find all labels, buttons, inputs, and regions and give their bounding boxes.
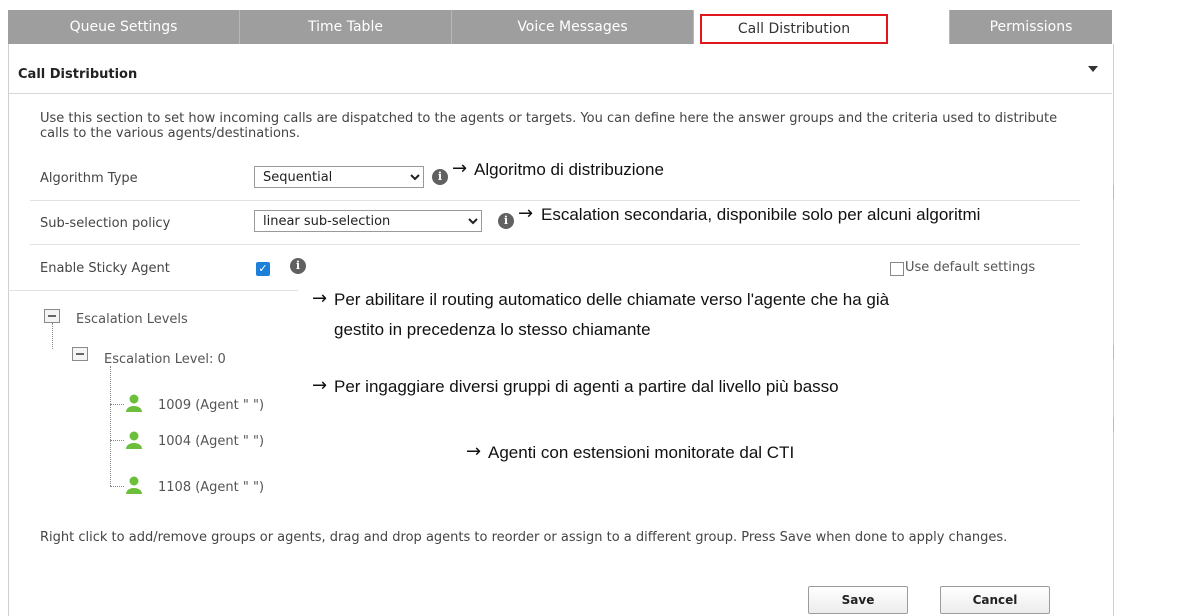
annotation-agents: Agenti con estensioni monitorate dal CTI [488, 443, 795, 462]
tree-connector [110, 486, 124, 487]
divider [1113, 345, 1114, 359]
collapse-tree-icon[interactable] [44, 309, 60, 323]
arrow-icon: → [452, 158, 468, 179]
tab-queue-settings[interactable]: Queue Settings [8, 10, 240, 44]
tab-voice-messages[interactable]: Voice Messages [452, 10, 694, 44]
tree-connector [52, 323, 53, 349]
agent-node[interactable]: 1108 (Agent " ") [158, 480, 264, 495]
subselection-policy-label: Sub-selection policy [40, 216, 171, 231]
agent-node[interactable]: 1004 (Agent " ") [158, 434, 264, 449]
arrow-icon: → [466, 441, 482, 462]
annotation-sticky-line1: Per abilitare il routing automatico dell… [334, 290, 890, 309]
use-default-label: Use default settings [905, 260, 1036, 275]
escalation-level-node[interactable]: Escalation Level: 0 [104, 352, 226, 367]
divider [1113, 185, 1114, 199]
arrow-icon: → [312, 375, 328, 396]
tree-connector [110, 404, 124, 405]
agent-icon [126, 476, 142, 494]
tree-connector [110, 440, 124, 441]
escalation-levels-node[interactable]: Escalation Levels [76, 312, 188, 327]
annotation-algorithm: Algoritmo di distribuzione [474, 160, 664, 179]
info-icon[interactable]: i [432, 169, 448, 185]
algorithm-type-label: Algorithm Type [40, 171, 138, 186]
row-divider [8, 290, 298, 291]
algorithm-type-select[interactable]: Sequential [254, 166, 424, 188]
row-divider [30, 200, 1080, 201]
section-description: Use this section to set how incoming cal… [40, 111, 1058, 141]
agent-icon [126, 431, 142, 449]
tree-connector [110, 366, 111, 486]
agent-icon [126, 394, 142, 412]
tab-permissions[interactable]: Permissions [950, 10, 1112, 44]
help-text: Right click to add/remove groups or agen… [40, 530, 1008, 545]
annotation-subselection: Escalation secondaria, disponibile solo … [541, 205, 981, 224]
save-button[interactable]: Save [808, 586, 908, 614]
divider [1113, 418, 1114, 432]
collapse-caret-icon[interactable] [1088, 66, 1098, 72]
info-icon[interactable]: i [290, 258, 306, 274]
row-divider [30, 244, 1080, 245]
agent-node[interactable]: 1009 (Agent " ") [158, 398, 264, 413]
subselection-policy-select[interactable]: linear sub-selection [254, 210, 482, 232]
cancel-button[interactable]: Cancel [940, 586, 1050, 614]
collapse-tree-icon[interactable] [72, 347, 88, 361]
annotation-sticky-line2: gestito in precedenza lo stesso chiamant… [334, 320, 651, 339]
use-default-checkbox[interactable] [890, 262, 904, 276]
tab-time-table[interactable]: Time Table [240, 10, 452, 44]
info-icon[interactable]: i [498, 213, 514, 229]
sticky-agent-checkbox[interactable]: ✓ [256, 262, 270, 276]
sticky-agent-label: Enable Sticky Agent [40, 261, 170, 276]
annotation-escalation: Per ingaggiare diversi gruppi di agenti … [334, 377, 839, 396]
arrow-icon: → [518, 203, 534, 224]
tab-call-distribution[interactable]: Call Distribution [700, 14, 888, 44]
section-title[interactable]: Call Distribution [8, 58, 1112, 94]
arrow-icon: → [312, 288, 328, 309]
